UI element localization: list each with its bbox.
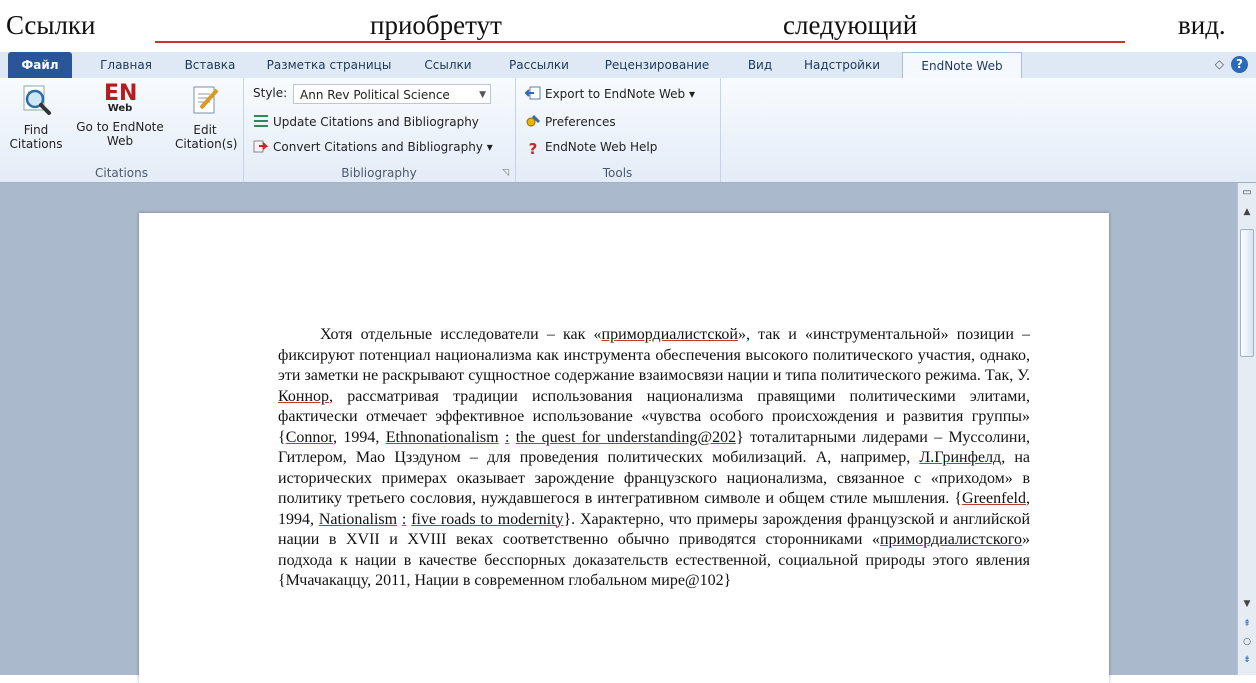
tab-page-layout[interactable]: Разметка страницы: [254, 52, 404, 78]
caption-word: вид.: [1178, 10, 1226, 40]
spell-marked-word: Ethnonationalism: [385, 428, 499, 446]
convert-arrow-icon: [253, 140, 269, 153]
preferences-button[interactable]: Preferences: [525, 112, 616, 132]
spell-marked-word: five roads to modernity: [411, 510, 564, 528]
edit-citations-label: Edit Citation(s): [175, 123, 238, 151]
endnote-logo-icon: EN Web: [104, 81, 138, 114]
document-paragraph[interactable]: Хотя отдельные исследователи – как «прим…: [278, 325, 1030, 592]
next-page-icon[interactable]: ⇟: [1240, 655, 1254, 665]
style-select[interactable]: Ann Rev Political Science ▼: [293, 84, 491, 104]
caption-word: приобретут: [370, 10, 502, 40]
scroll-up-icon[interactable]: ▲: [1240, 207, 1254, 217]
tab-addins[interactable]: Надстройки: [790, 52, 894, 78]
find-citations-label: Find Citations: [9, 123, 63, 151]
tab-home[interactable]: Главная: [88, 52, 164, 78]
update-citations-button[interactable]: Update Citations and Bibliography: [253, 112, 479, 132]
spell-marked-word: the quest for understanding@202: [515, 428, 737, 446]
tab-view[interactable]: Вид: [732, 52, 788, 78]
style-select-value: Ann Rev Political Science: [300, 88, 450, 102]
caption-underline: [155, 41, 1125, 43]
edit-citations-button[interactable]: Edit Citation(s): [168, 84, 242, 151]
previous-page-icon[interactable]: ⇞: [1240, 619, 1254, 629]
caption-line: Ссылки приобретут следующий вид.: [0, 0, 1256, 52]
tab-file[interactable]: Файл: [8, 52, 72, 78]
convert-citations-button[interactable]: Convert Citations and Bibliography ▾: [253, 137, 493, 157]
magnifier-icon: [23, 85, 51, 115]
go-to-endnote-label: Go to EndNote Web: [76, 120, 164, 148]
spell-marked-word: Greenfeld: [962, 490, 1026, 507]
endnote-help-button[interactable]: ? EndNote Web Help: [525, 137, 658, 158]
export-button[interactable]: Export to EndNote Web ▾: [525, 84, 695, 104]
find-citations-button[interactable]: Find Citations: [0, 84, 72, 151]
preferences-icon: [526, 114, 541, 127]
style-label: Style:: [253, 86, 288, 100]
tab-references[interactable]: Ссылки: [410, 52, 486, 78]
ruler-toggle-icon[interactable]: ▭: [1240, 187, 1254, 198]
tab-insert[interactable]: Вставка: [172, 52, 248, 78]
help-icon[interactable]: ?: [1231, 56, 1248, 73]
tab-review[interactable]: Рецензирование: [590, 52, 724, 78]
spell-marked-word: Nationalism: [318, 510, 398, 528]
go-to-endnote-web-button[interactable]: EN Web Go to EndNote Web: [72, 81, 168, 149]
spell-marked-word: Коннор: [278, 387, 329, 405]
group-label-tools: Tools: [602, 166, 633, 180]
export-icon: [525, 86, 541, 100]
update-list-icon: [254, 115, 268, 127]
document-area: Хотя отдельные исследователи – как «прим…: [0, 183, 1237, 683]
tab-endnote-web[interactable]: EndNote Web: [902, 52, 1022, 80]
spell-marked-word: Л.Гринфелд: [919, 449, 1002, 466]
group-citations: Find Citations EN Web Go to EndNote Web …: [0, 78, 244, 182]
dialog-launcher-icon[interactable]: ◹: [502, 168, 509, 178]
caption-word: Ссылки: [6, 10, 96, 40]
group-label-citations: Citations: [94, 166, 148, 180]
select-browse-object-icon[interactable]: ○: [1240, 637, 1254, 647]
caption-word: следующий: [783, 10, 918, 40]
group-tools: Export to EndNote Web ▾ Preferences ? End…: [515, 78, 721, 182]
document-page: Хотя отдельные исследователи – как «прим…: [139, 213, 1109, 683]
spell-marked-word: примордиалистского: [879, 531, 1022, 548]
scroll-down-icon[interactable]: ▼: [1240, 599, 1254, 609]
chevron-down-icon: ▼: [479, 90, 486, 100]
spell-marked-word: примордиалистской: [601, 326, 738, 343]
group-label-bibliography: Bibliography: [341, 166, 417, 180]
spell-marked-word: Connor: [285, 428, 334, 446]
group-bibliography: Style: Ann Rev Political Science ▼ Updat…: [243, 78, 516, 182]
edit-document-icon: [193, 86, 219, 114]
ribbon-tabs: Файл Главная Вставка Разметка страницы С…: [0, 52, 1256, 80]
minimize-ribbon-icon[interactable]: ◇: [1215, 57, 1224, 71]
question-icon: ?: [528, 140, 538, 158]
scrollbar-thumb[interactable]: [1240, 229, 1254, 357]
vertical-scrollbar[interactable]: ▭ ▲ ▼ ⇞ ○ ⇟: [1237, 183, 1256, 675]
tab-mailings[interactable]: Рассылки: [494, 52, 584, 78]
ribbon: Find Citations EN Web Go to EndNote Web …: [0, 78, 1256, 183]
